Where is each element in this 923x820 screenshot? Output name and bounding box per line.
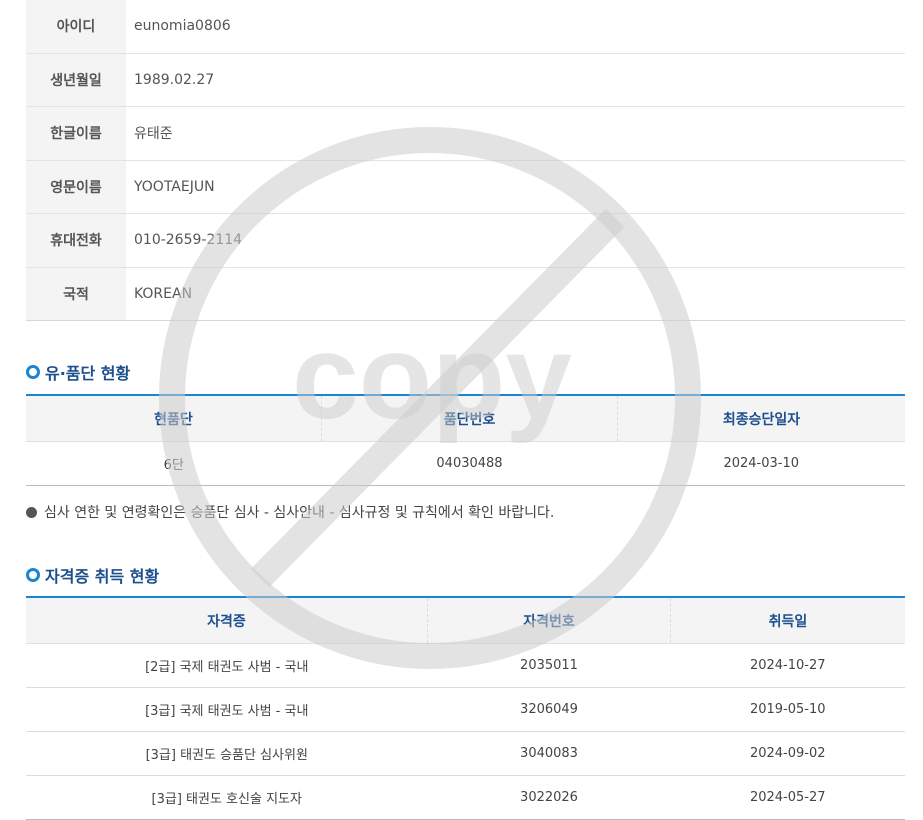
dan-status-table: 현품단 품단번호 최종승단일자 6단 04030488 2024-03-10 xyxy=(26,394,905,486)
exam-notice-text: 심사 연한 및 연령확인은 승품단 심사 - 심사안내 - 심사규정 및 규칙에… xyxy=(44,505,555,521)
cert-name-cell: [3급] 태권도 승품단 심사위원 xyxy=(26,731,428,776)
dot-bullet-icon xyxy=(26,506,37,518)
table-row: 6단 04030488 2024-03-10 xyxy=(26,441,905,486)
cert-section-title-text: 자격증 취득 현황 xyxy=(45,567,160,586)
dan-header-current: 현품단 xyxy=(26,394,322,442)
cert-header-date: 취득일 xyxy=(670,596,905,644)
dan-date-cell: 2024-03-10 xyxy=(617,441,905,486)
cert-header-row: 자격증 자격번호 취득일 xyxy=(26,596,905,644)
profile-label: 한글이름 xyxy=(26,106,126,161)
dan-header-number: 품단번호 xyxy=(321,394,618,442)
cert-number-cell: 2035011 xyxy=(427,643,671,688)
profile-value: 1989.02.27 xyxy=(126,53,905,107)
cert-date-cell: 2019-05-10 xyxy=(670,687,905,732)
dan-current-cell: 6단 xyxy=(26,441,322,486)
cert-date-cell: 2024-10-27 xyxy=(670,643,905,688)
profile-value: eunomia0806 xyxy=(126,0,905,54)
profile-row-birth: 생년월일 1989.02.27 xyxy=(26,53,905,107)
profile-label: 국적 xyxy=(26,267,126,321)
cert-name-cell: [3급] 국제 태권도 사범 - 국내 xyxy=(26,687,428,732)
circle-bullet-icon xyxy=(26,365,40,379)
profile-value: 유태준 xyxy=(126,106,905,161)
profile-row-nationality: 국적 KOREAN xyxy=(26,267,905,321)
profile-table: 아이디 eunomia0806 생년월일 1989.02.27 한글이름 유태준… xyxy=(26,0,905,321)
profile-label: 휴대전화 xyxy=(26,213,126,268)
cert-number-cell: 3206049 xyxy=(427,687,671,732)
dan-header-date: 최종승단일자 xyxy=(617,394,905,442)
cert-header-number: 자격번호 xyxy=(427,596,671,644)
member-info-page: 아이디 eunomia0806 생년월일 1989.02.27 한글이름 유태준… xyxy=(26,0,905,820)
certificate-table: 자격증 자격번호 취득일 [2급] 국제 태권도 사범 - 국내 2035011… xyxy=(26,596,905,820)
dan-section-title-text: 유·품단 현황 xyxy=(45,364,131,383)
table-row: [3급] 태권도 승품단 심사위원 3040083 2024-09-02 xyxy=(26,731,905,776)
profile-label: 생년월일 xyxy=(26,53,126,107)
dan-number-cell: 04030488 xyxy=(321,441,618,486)
cert-section-title: 자격증 취득 현황 xyxy=(26,563,159,587)
cert-date-cell: 2024-09-02 xyxy=(670,731,905,776)
profile-row-korean-name: 한글이름 유태준 xyxy=(26,106,905,161)
cert-number-cell: 3040083 xyxy=(427,731,671,776)
dan-section-title: 유·품단 현황 xyxy=(26,360,130,384)
profile-row-english-name: 영문이름 YOOTAEJUN xyxy=(26,160,905,214)
profile-label: 아이디 xyxy=(26,0,126,54)
profile-value: KOREAN xyxy=(126,267,905,321)
profile-label: 영문이름 xyxy=(26,160,126,214)
profile-value: YOOTAEJUN xyxy=(126,160,905,214)
profile-row-id: 아이디 eunomia0806 xyxy=(26,0,905,54)
cert-name-cell: [2급] 국제 태권도 사범 - 국내 xyxy=(26,643,428,688)
cert-header-name: 자격증 xyxy=(26,596,428,644)
exam-notice: 심사 연한 및 연령확인은 승품단 심사 - 심사안내 - 심사규정 및 규칙에… xyxy=(26,502,554,522)
circle-bullet-icon xyxy=(26,568,40,582)
dan-header-row: 현품단 품단번호 최종승단일자 xyxy=(26,394,905,442)
table-row: [3급] 국제 태권도 사범 - 국내 3206049 2019-05-10 xyxy=(26,687,905,732)
table-row: [2급] 국제 태권도 사범 - 국내 2035011 2024-10-27 xyxy=(26,643,905,688)
profile-value: 010-2659-2114 xyxy=(126,213,905,268)
profile-row-phone: 휴대전화 010-2659-2114 xyxy=(26,213,905,268)
